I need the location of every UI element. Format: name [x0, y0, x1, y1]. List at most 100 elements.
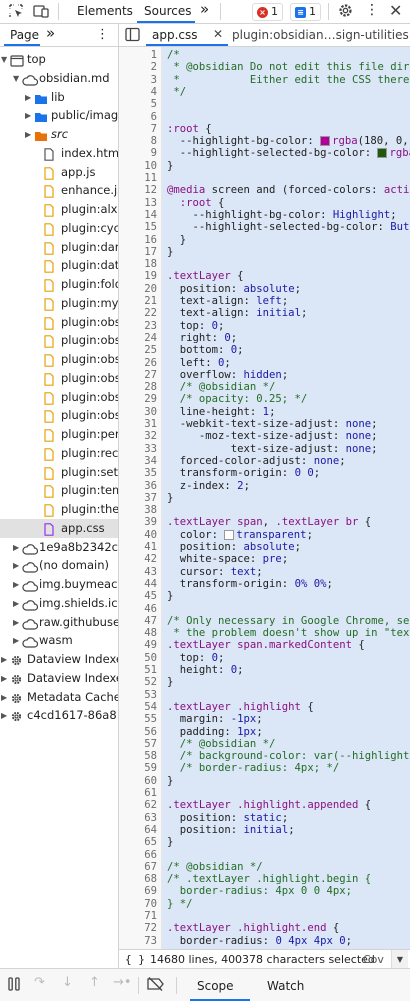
- line-number[interactable]: 57: [119, 738, 157, 751]
- tree-item[interactable]: plugin:folde: [0, 275, 118, 294]
- line-number[interactable]: 7: [119, 123, 157, 136]
- step-out-icon[interactable]: ↑: [89, 975, 100, 990]
- line-number[interactable]: 55: [119, 713, 157, 726]
- line-number[interactable]: 25: [119, 344, 157, 357]
- line-number[interactable]: 14: [119, 209, 157, 222]
- line-number[interactable]: 21: [119, 295, 157, 308]
- line-number[interactable]: 31: [119, 418, 157, 431]
- editor-tab-app-css[interactable]: app.css ✕: [146, 24, 228, 46]
- collapse-arrow-icon[interactable]: ▶: [1, 650, 7, 669]
- step-into-icon[interactable]: ↓: [62, 975, 73, 990]
- tree-item[interactable]: plugin:obsi: [0, 388, 118, 407]
- code-editor[interactable]: 1/* 2 * @obsidian Do not edit this file d…: [119, 47, 410, 968]
- tree-item[interactable]: ▶ c4cd1617-86a8: [0, 706, 118, 725]
- line-number[interactable]: 5: [119, 98, 157, 111]
- line-number[interactable]: 38: [119, 504, 157, 517]
- pause-icon[interactable]: [8, 977, 20, 991]
- line-number[interactable]: 35: [119, 467, 157, 480]
- line-number[interactable]: 58: [119, 750, 157, 763]
- line-number[interactable]: 11: [119, 172, 157, 185]
- line-number[interactable]: 8: [119, 135, 157, 148]
- toggle-navigator-icon[interactable]: [125, 27, 140, 42]
- line-number[interactable]: 71: [119, 910, 157, 923]
- tree-item[interactable]: ▼ obsidian.md: [0, 69, 118, 88]
- line-number[interactable]: 44: [119, 578, 157, 591]
- collapse-arrow-icon[interactable]: ▶: [25, 106, 31, 125]
- line-number[interactable]: 17: [119, 246, 157, 259]
- line-number[interactable]: 15: [119, 221, 157, 234]
- tree-item[interactable]: plugin:rece: [0, 444, 118, 463]
- line-number[interactable]: 41: [119, 541, 157, 554]
- tree-item[interactable]: plugin:obsi: [0, 406, 118, 425]
- tree-item[interactable]: plugin:obsi: [0, 331, 118, 350]
- line-number[interactable]: 45: [119, 590, 157, 603]
- more-options-icon[interactable]: ⋮: [365, 3, 379, 18]
- tab-page[interactable]: Page: [10, 28, 39, 42]
- tree-item[interactable]: plugin:them: [0, 500, 118, 519]
- coverage-label[interactable]: Cov: [363, 950, 384, 969]
- editor-tab-plugin[interactable]: plugin:obsidian…sign-utilities: [232, 28, 409, 42]
- expand-arrow-icon[interactable]: ▼: [13, 69, 19, 88]
- line-number[interactable]: 72: [119, 922, 157, 935]
- line-number[interactable]: 69: [119, 885, 157, 898]
- line-number[interactable]: 29: [119, 393, 157, 406]
- collapse-arrow-icon[interactable]: ▶: [13, 631, 19, 650]
- tree-item[interactable]: ▶ 1e9a8b2342c: [0, 538, 118, 557]
- line-number[interactable]: 73: [119, 935, 157, 948]
- navigator-more-tabs[interactable]: »: [46, 24, 55, 42]
- deactivate-breakpoints-icon[interactable]: [147, 977, 164, 991]
- settings-gear-icon[interactable]: [337, 2, 354, 19]
- tree-item[interactable]: ▶ Metadata Cache: [0, 688, 118, 707]
- color-swatch-icon[interactable]: [320, 136, 331, 147]
- line-number[interactable]: 64: [119, 824, 157, 837]
- line-number[interactable]: 6: [119, 111, 157, 124]
- line-number[interactable]: 1: [119, 49, 157, 62]
- device-toolbar-icon[interactable]: [33, 3, 50, 19]
- tab-elements[interactable]: Elements: [77, 4, 133, 18]
- line-number[interactable]: 12: [119, 184, 157, 197]
- line-number[interactable]: 19: [119, 270, 157, 283]
- tree-item[interactable]: plugin:darla: [0, 238, 118, 257]
- line-number[interactable]: 46: [119, 603, 157, 616]
- step-icon[interactable]: →•: [113, 975, 132, 990]
- line-number[interactable]: 67: [119, 861, 157, 874]
- line-number[interactable]: 62: [119, 799, 157, 812]
- line-number[interactable]: 37: [119, 492, 157, 505]
- line-number[interactable]: 47: [119, 615, 157, 628]
- line-number[interactable]: 63: [119, 812, 157, 825]
- inspect-element-icon[interactable]: [8, 3, 24, 19]
- line-number[interactable]: 36: [119, 480, 157, 493]
- tree-item[interactable]: plugin:perio: [0, 425, 118, 444]
- tree-item[interactable]: ▶ Dataview Indexe: [0, 650, 118, 669]
- collapse-arrow-icon[interactable]: ▶: [13, 594, 19, 613]
- line-number[interactable]: 56: [119, 726, 157, 739]
- line-number[interactable]: 13: [119, 197, 157, 210]
- tree-item[interactable]: index.html: [0, 144, 118, 163]
- line-number[interactable]: 26: [119, 357, 157, 370]
- line-number[interactable]: 24: [119, 332, 157, 345]
- line-number[interactable]: 66: [119, 849, 157, 862]
- coverage-dropdown-icon[interactable]: ▼: [391, 950, 408, 968]
- color-swatch-icon[interactable]: [377, 148, 388, 159]
- line-number[interactable]: 51: [119, 664, 157, 677]
- line-number[interactable]: 4: [119, 86, 157, 99]
- tree-item[interactable]: enhance.js: [0, 181, 118, 200]
- line-number[interactable]: 40: [119, 529, 157, 542]
- line-number[interactable]: 39: [119, 516, 157, 529]
- collapse-arrow-icon[interactable]: ▶: [25, 88, 31, 107]
- line-number[interactable]: 16: [119, 234, 157, 247]
- line-number[interactable]: 27: [119, 369, 157, 382]
- tree-item[interactable]: ▼ top: [0, 50, 118, 69]
- tree-item[interactable]: ▶ wasm: [0, 631, 118, 650]
- tree-item[interactable]: plugin:obsi: [0, 350, 118, 369]
- collapse-arrow-icon[interactable]: ▶: [13, 613, 19, 632]
- line-number[interactable]: 59: [119, 762, 157, 775]
- line-number[interactable]: 20: [119, 283, 157, 296]
- collapse-arrow-icon[interactable]: ▶: [25, 125, 31, 144]
- collapse-arrow-icon[interactable]: ▶: [1, 688, 7, 707]
- tree-item[interactable]: ▶ img.shields.ic: [0, 594, 118, 613]
- line-number[interactable]: 68: [119, 873, 157, 886]
- line-number[interactable]: 2: [119, 61, 157, 74]
- error-count-badge[interactable]: × 1: [252, 3, 283, 21]
- tree-item[interactable]: ▶ src: [0, 125, 118, 144]
